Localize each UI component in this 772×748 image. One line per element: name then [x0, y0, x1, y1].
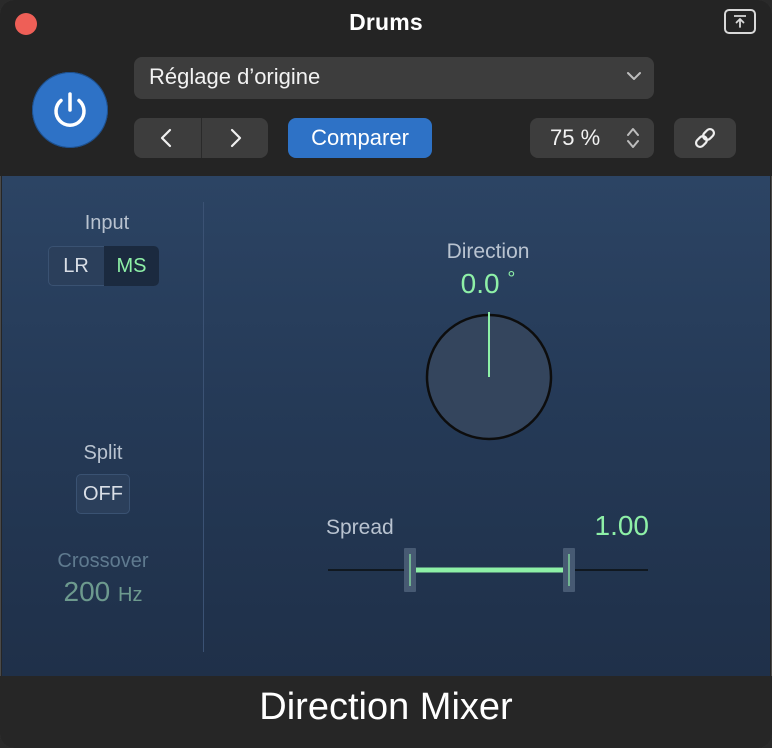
plugin-window: Drums Réglage d’origine Comparer 75 % In…	[0, 0, 772, 748]
compare-button[interactable]: Comparer	[288, 118, 432, 158]
preset-navigation	[134, 118, 268, 158]
input-mode-toggle: LR MS	[48, 246, 159, 286]
split-toggle[interactable]: OFF	[76, 474, 130, 514]
link-button[interactable]	[674, 118, 736, 158]
input-ms-button[interactable]: MS	[104, 246, 159, 286]
crossover-field[interactable]: 200 Hz	[32, 576, 174, 608]
direction-readout: 0.0 °	[388, 268, 588, 300]
power-button[interactable]	[32, 72, 108, 148]
chevron-right-icon	[230, 128, 242, 148]
power-icon	[54, 92, 86, 127]
collapse-icon	[734, 15, 746, 28]
section-divider	[203, 202, 204, 652]
spread-right-handle[interactable]	[563, 548, 575, 592]
chevron-left-icon	[160, 128, 172, 148]
plugin-name: Direction Mixer	[259, 686, 513, 728]
next-preset-button[interactable]	[201, 118, 269, 158]
preset-label: Réglage d’origine	[149, 64, 321, 89]
window-title: Drums	[349, 9, 423, 35]
crossover-label: Crossover	[57, 550, 149, 572]
zoom-label: 75 %	[550, 125, 601, 150]
up-down-chevron-icon	[627, 128, 639, 148]
split-label: Split	[83, 442, 123, 464]
direction-label: Direction	[446, 240, 530, 263]
link-icon	[694, 127, 716, 149]
plugin-header: Drums Réglage d’origine Comparer 75 %	[0, 0, 772, 176]
chevron-down-icon	[627, 72, 641, 80]
collapse-button[interactable]	[724, 9, 756, 34]
plugin-footer: Direction Mixer	[0, 676, 772, 748]
spread-left-handle[interactable]	[404, 548, 416, 592]
previous-preset-button[interactable]	[134, 118, 201, 158]
spread-value: 1.00	[594, 510, 650, 541]
input-label: Input	[84, 212, 130, 234]
preset-menu[interactable]: Réglage d’origine	[134, 57, 654, 99]
spread-label: Spread	[326, 516, 394, 539]
zoom-menu[interactable]: 75 %	[530, 118, 654, 158]
crossover-value: 200	[63, 576, 111, 607]
direction-mixer-panel: Input LR MS Split OFF Crossover 200 Hz D…	[2, 176, 770, 676]
direction-knob[interactable]	[422, 310, 556, 444]
spread-slider[interactable]	[326, 546, 652, 596]
direction-unit: °	[507, 268, 516, 290]
direction-value: 0.0	[460, 268, 500, 299]
crossover-unit: Hz	[118, 584, 143, 606]
input-lr-button[interactable]: LR	[48, 246, 104, 286]
